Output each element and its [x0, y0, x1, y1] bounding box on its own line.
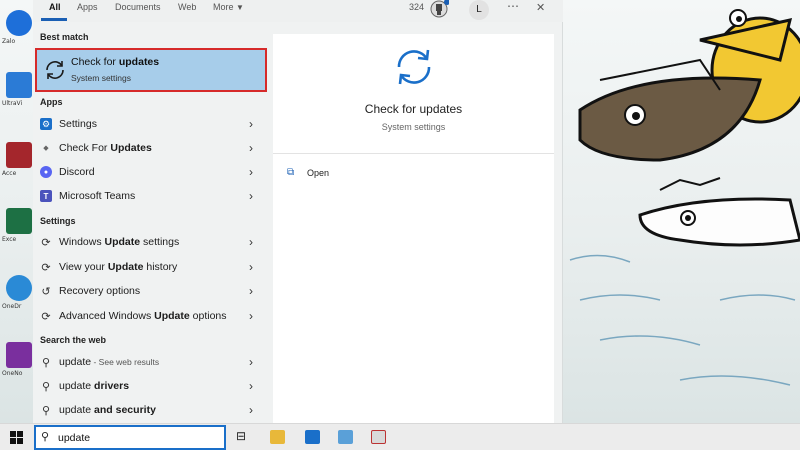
desktop-icons: Zalo UltraVi Acce Exce OneDr OneNo — [0, 0, 34, 423]
list-item-web-update-and-security[interactable]: ⚲ update and security › — [33, 400, 265, 422]
desktop-label: Zalo — [2, 38, 16, 45]
task-view-icon[interactable]: ⊟ — [236, 429, 246, 443]
app-icon: ◆ — [43, 145, 49, 152]
excel-icon[interactable] — [6, 208, 32, 234]
desktop-label: OneDr — [2, 303, 22, 310]
refresh-icon: ⟳ — [41, 310, 51, 323]
caret-down-icon: ▼ — [236, 3, 244, 12]
chevron-right-icon[interactable]: › — [249, 235, 253, 249]
list-item-update-history[interactable]: ⟳ View your Update history › — [33, 257, 265, 279]
tab-more[interactable]: More ▼ — [213, 2, 244, 12]
zalo-icon[interactable] — [6, 10, 32, 36]
taskbar-search-box[interactable]: ⚲ — [34, 425, 226, 450]
active-tab-indicator — [41, 18, 67, 21]
chevron-right-icon[interactable]: › — [249, 284, 253, 298]
tab-documents[interactable]: Documents — [115, 2, 161, 12]
search-tabs-bar: All Apps Documents Web More ▼ 324 L ⋯ ✕ — [33, 0, 563, 22]
search-panel: All Apps Documents Web More ▼ 324 L ⋯ ✕ … — [33, 0, 563, 423]
list-item-label: Advanced Windows Update options — [59, 310, 227, 322]
file-explorer-icon[interactable] — [270, 430, 285, 444]
windows-start-icon[interactable] — [10, 431, 23, 444]
refresh-icon — [46, 61, 64, 79]
onedrive-icon[interactable] — [6, 275, 32, 301]
detail-subtitle: System settings — [381, 122, 446, 132]
taskbar: ⚲ ⊟ — [0, 423, 800, 450]
divider — [273, 153, 554, 154]
list-item-label: Settings — [59, 118, 97, 130]
open-label: Open — [307, 168, 330, 178]
web-heading: Search the web — [40, 335, 107, 345]
ultraviewer-icon[interactable] — [6, 72, 32, 98]
list-item-label: Check For Updates — [59, 142, 152, 154]
gear-icon: ⚙ — [40, 118, 52, 130]
chevron-right-icon[interactable]: › — [249, 403, 253, 417]
ellipsis-icon[interactable]: ⋯ — [507, 0, 519, 13]
chevron-right-icon[interactable]: › — [249, 117, 253, 131]
best-match-subtitle: System settings — [71, 73, 131, 83]
remote-desktop-icon[interactable] — [338, 430, 353, 444]
chevron-right-icon[interactable]: › — [249, 165, 253, 179]
access-icon[interactable] — [6, 142, 32, 168]
trophy-icon[interactable] — [429, 0, 449, 20]
list-item-label: Discord — [59, 166, 95, 178]
tab-more-label: More — [213, 2, 234, 12]
results-list: Best match Check for updates System sett… — [33, 22, 273, 423]
chevron-right-icon[interactable]: › — [249, 141, 253, 155]
list-item-web-update-drivers[interactable]: ⚲ update drivers › — [33, 376, 265, 398]
refresh-icon — [397, 49, 431, 85]
refresh-icon: ⟳ — [41, 261, 51, 274]
list-item-label: update drivers — [59, 380, 130, 392]
list-item-advanced-update-options[interactable]: ⟳ Advanced Windows Update options › — [33, 306, 265, 328]
tab-apps[interactable]: Apps — [77, 2, 98, 12]
chevron-right-icon[interactable]: › — [249, 355, 253, 369]
list-item-label: Windows Update settings — [59, 236, 180, 248]
chevron-right-icon[interactable]: › — [249, 309, 253, 323]
list-item-label: update and security — [59, 404, 156, 416]
list-item-label: View your Update history — [59, 261, 178, 273]
list-item-check-for-updates[interactable]: ◆ Check For Updates › — [33, 138, 265, 160]
desktop-label: OneNo — [2, 370, 23, 377]
desktop-label: UltraVi — [2, 100, 23, 107]
list-item-label: Microsoft Teams — [59, 190, 136, 202]
desktop-label: Acce — [2, 170, 17, 177]
chevron-right-icon[interactable]: › — [249, 189, 253, 203]
tab-all[interactable]: All — [49, 2, 61, 12]
snipping-tool-icon[interactable] — [371, 430, 386, 444]
search-icon: ⚲ — [41, 431, 50, 443]
onenote-icon[interactable] — [6, 342, 32, 368]
list-item-discord[interactable]: ● Discord › — [33, 162, 265, 184]
list-item-web-update[interactable]: ⚲ update - See web results › — [33, 352, 265, 374]
recovery-icon: ↺ — [41, 285, 51, 298]
open-action[interactable]: ⧉ Open — [287, 167, 367, 181]
best-match-heading: Best match — [40, 32, 89, 42]
list-item-label: update - See web results — [59, 356, 160, 368]
settings-heading: Settings — [40, 216, 76, 226]
search-icon: ⚲ — [41, 404, 51, 417]
teams-icon: T — [40, 190, 52, 202]
list-item-settings[interactable]: ⚙ Settings › — [33, 114, 265, 136]
avatar[interactable]: L — [469, 0, 489, 20]
open-icon: ⧉ — [287, 167, 295, 178]
best-match-title: Check for updates — [71, 56, 160, 68]
search-icon: ⚲ — [41, 356, 51, 369]
search-input[interactable] — [58, 430, 218, 446]
rewards-points: 324 — [409, 2, 425, 12]
chevron-right-icon[interactable]: › — [249, 260, 253, 274]
refresh-icon: ⟳ — [41, 236, 51, 249]
discord-icon: ● — [40, 166, 52, 178]
search-icon: ⚲ — [41, 380, 51, 393]
list-item-label: Recovery options — [59, 285, 141, 297]
detail-pane: Check for updates System settings ⧉ Open — [273, 34, 554, 423]
best-match-result[interactable]: Check for updates System settings — [35, 48, 267, 92]
list-item-microsoft-teams[interactable]: T Microsoft Teams › — [33, 186, 265, 208]
close-icon[interactable]: ✕ — [536, 1, 545, 14]
desktop-label: Exce — [2, 236, 17, 243]
apps-heading: Apps — [40, 97, 63, 107]
mail-icon[interactable] — [305, 430, 320, 444]
chevron-right-icon[interactable]: › — [249, 379, 253, 393]
list-item-windows-update-settings[interactable]: ⟳ Windows Update settings › — [33, 232, 265, 254]
detail-title: Check for updates — [364, 102, 463, 116]
list-item-recovery-options[interactable]: ↺ Recovery options › — [33, 281, 265, 303]
tab-web[interactable]: Web — [178, 2, 196, 12]
